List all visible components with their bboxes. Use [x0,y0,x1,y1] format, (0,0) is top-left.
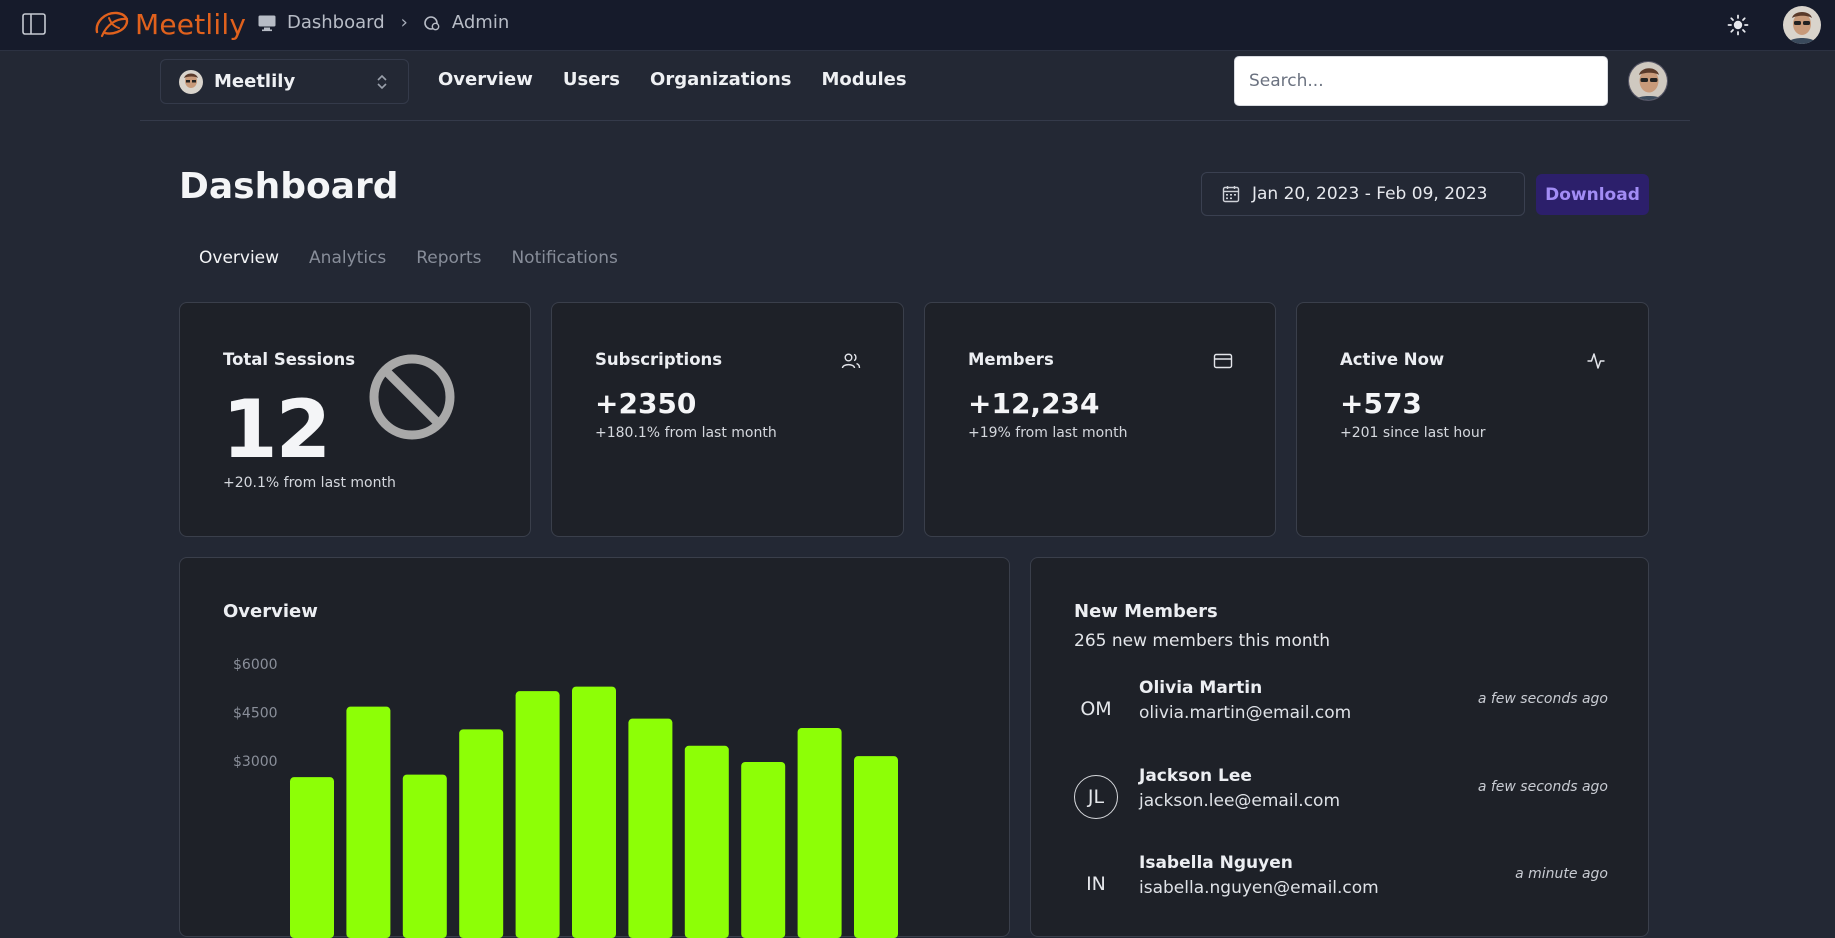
member-name: Jackson Lee [1139,766,1252,786]
member-email: jackson.lee@email.com [1139,791,1341,811]
list-item[interactable]: IN Isabella Nguyen isabella.nguyen@email… [1074,853,1608,911]
new-members-title: New Members [1074,601,1218,622]
team-name: Meetlily [214,71,296,92]
new-members-subtitle: 265 new members this month [1074,631,1331,651]
member-time: a few seconds ago [1477,691,1608,707]
member-email: isabella.nguyen@email.com [1139,878,1379,898]
credit-card-icon [1213,353,1233,369]
team-avatar [179,69,203,94]
nav-overview[interactable]: Overview [438,69,533,90]
overview-bar-chart: $6000 $4500 $3000 [233,657,898,938]
avatar[interactable] [1783,6,1821,44]
calendar-icon [1222,186,1240,203]
brand-name: Meetlily [135,7,247,41]
ban-icon [369,354,455,440]
stat-card-total-sessions: Total Sessions 12 +20.1% from last month [179,302,531,537]
stat-title: Subscriptions [595,350,723,369]
tab-bar: Overview Analytics Reports Notifications [199,248,618,268]
chart-bar[interactable] [402,774,447,938]
breadcrumb-admin[interactable]: Admin [452,12,509,33]
breadcrumb: Dashboard › Admin [257,12,509,33]
tab-overview[interactable]: Overview [199,248,279,268]
stat-value: +2350 [595,387,697,420]
avatar: JL [1074,775,1118,819]
chart-bar[interactable] [797,728,842,938]
member-time: a few seconds ago [1477,779,1608,795]
breadcrumb-dashboard[interactable]: Dashboard [287,12,385,33]
stat-card-members: Members +12,234 +19% from last month [924,302,1276,537]
monitor-icon [258,15,276,31]
brand-logo[interactable]: Meetlily [93,6,246,42]
y-tick-label: $6000 [233,657,278,673]
member-name: Olivia Martin [1139,678,1263,698]
chart-bar[interactable] [854,756,898,938]
list-item[interactable]: OM Olivia Martin olivia.martin@email.com… [1074,678,1608,736]
overview-panel: Overview $6000 $4500 $3000 [179,557,1010,938]
chart-bar[interactable] [346,706,391,938]
chevron-right-icon: › [400,12,408,33]
users-icon [841,353,861,369]
sub-navigation: Meetlily Overview Users Organizations Mo… [140,51,1690,121]
page-title: Dashboard [179,166,399,207]
member-email: olivia.martin@email.com [1139,703,1352,723]
search-input[interactable] [1234,56,1608,106]
list-item[interactable]: JL Jackson Lee jackson.lee@email.com a f… [1074,766,1608,824]
tab-notifications[interactable]: Notifications [511,248,617,268]
stat-card-active-now: Active Now +573 +201 since last hour [1296,302,1649,537]
avatar: OM [1080,698,1112,720]
meetlily-logo-icon [95,11,129,38]
chart-bar[interactable] [290,777,334,938]
chart-bar[interactable] [572,686,616,938]
chart-bar[interactable] [459,729,504,938]
download-button[interactable]: Download [1536,174,1649,215]
activity-icon [1587,353,1605,369]
top-bar: Meetlily Dashboard › Admin [0,0,1835,51]
tab-reports[interactable]: Reports [416,248,481,268]
sun-icon[interactable] [1727,14,1749,36]
main-nav: Overview Users Organizations Modules [438,69,907,90]
stat-title: Active Now [1340,350,1445,369]
stat-card-subscriptions: Subscriptions +2350 +180.1% from last mo… [551,302,904,537]
chart-bar[interactable] [515,691,560,938]
stat-title: Total Sessions [223,350,356,369]
date-range-text: Jan 20, 2023 - Feb 09, 2023 [1252,184,1488,204]
nav-modules[interactable]: Modules [822,69,907,90]
user-avatar[interactable] [1628,61,1668,101]
chevron-up-down-icon [377,74,387,90]
tab-analytics[interactable]: Analytics [309,248,386,268]
new-members-panel: New Members 265 new members this month O… [1030,557,1649,937]
stat-value: +12,234 [968,387,1100,420]
stat-subtext: +20.1% from last month [223,475,396,491]
admin-shield-icon [424,15,440,30]
sidebar-toggle-icon[interactable] [22,13,46,35]
chart-bar[interactable] [628,718,673,938]
stat-value: +573 [1340,387,1422,420]
y-tick-label: $4500 [233,706,278,722]
stat-subtext: +201 since last hour [1340,425,1486,441]
stat-subtext: +19% from last month [968,425,1128,441]
avatar: IN [1086,873,1106,895]
team-switcher[interactable]: Meetlily [160,59,409,104]
stat-title: Members [968,350,1054,369]
y-tick-label: $3000 [233,754,278,770]
nav-users[interactable]: Users [563,69,620,90]
member-time: a minute ago [1515,866,1608,882]
stat-value: 12 [222,383,331,476]
date-range-picker[interactable]: Jan 20, 2023 - Feb 09, 2023 [1201,172,1525,216]
chart-bar[interactable] [741,761,786,938]
stat-subtext: +180.1% from last month [595,425,777,441]
chart-bar[interactable] [684,745,729,938]
nav-organizations[interactable]: Organizations [650,69,792,90]
member-name: Isabella Nguyen [1139,853,1293,873]
